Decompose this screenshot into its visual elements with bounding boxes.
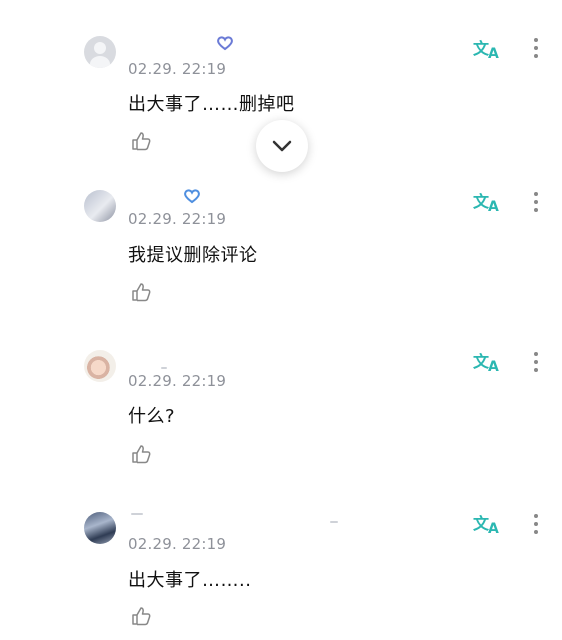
comment-date: 02.29. 22:19: [128, 372, 227, 390]
avatar[interactable]: [84, 36, 116, 68]
svg-text:A: A: [488, 46, 499, 61]
more-vertical-icon[interactable]: [528, 36, 544, 60]
translate-icon[interactable]: 文 A: [473, 350, 503, 374]
heart-badge-icon: [217, 36, 233, 51]
chevron-down-icon: [272, 140, 292, 152]
svg-text:A: A: [488, 199, 499, 214]
translate-icon[interactable]: 文 A: [473, 512, 503, 536]
comment-date: 02.29. 22:19: [128, 210, 227, 228]
comment-date: 02.29. 22:19: [128, 535, 227, 553]
svg-text:A: A: [488, 521, 499, 536]
username-placeholder: [330, 521, 338, 523]
thumbs-up-icon[interactable]: [130, 281, 152, 303]
scroll-down-button[interactable]: [256, 120, 308, 172]
more-vertical-icon[interactable]: [528, 190, 544, 214]
comment-text: 什么?: [128, 406, 176, 427]
avatar[interactable]: [84, 350, 116, 382]
thumbs-up-icon[interactable]: [130, 605, 152, 627]
avatar[interactable]: [84, 190, 116, 222]
heart-badge-icon: [184, 189, 200, 204]
thumbs-up-icon[interactable]: [130, 443, 152, 465]
comment-text: 出大事了……删掉吧: [128, 94, 295, 115]
more-vertical-icon[interactable]: [528, 350, 544, 374]
translate-icon[interactable]: 文 A: [473, 190, 503, 214]
more-vertical-icon[interactable]: [528, 512, 544, 536]
comment-text: 我提议删除评论: [128, 245, 258, 266]
username-placeholder: [131, 513, 143, 515]
avatar[interactable]: [84, 512, 116, 544]
thumbs-up-icon[interactable]: [130, 130, 152, 152]
comment-date: 02.29. 22:19: [128, 60, 227, 78]
username-placeholder: [161, 367, 167, 369]
comment-text: 出大事了……..: [128, 570, 252, 591]
translate-icon[interactable]: 文 A: [473, 37, 503, 61]
svg-text:A: A: [488, 359, 499, 374]
